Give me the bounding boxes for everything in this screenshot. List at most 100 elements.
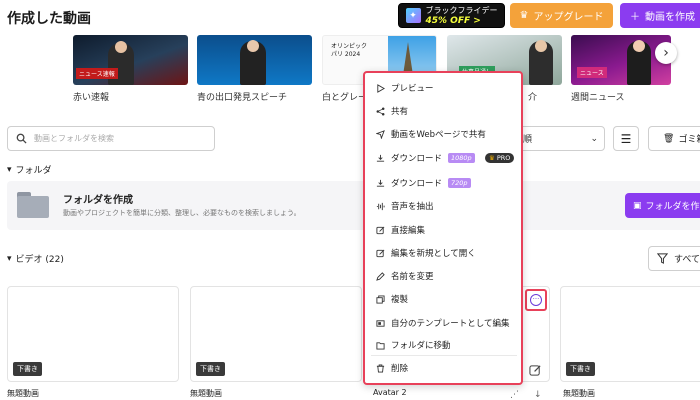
template-thumbnail-weekly-news[interactable]: ニュース [571, 35, 671, 85]
plus-icon: ＋ [630, 12, 640, 23]
menu-divider [371, 355, 517, 356]
template-thumbnail-blue-speech[interactable] [197, 35, 312, 85]
menu-item-edit-as-template[interactable]: 自分のテンプレートとして編集 [375, 317, 510, 329]
folder-move-icon [375, 340, 385, 350]
sort-value: 順 [523, 135, 533, 145]
menu-item-download-1080p[interactable]: ダウンロード 1080p [375, 152, 475, 164]
template-label[interactable]: 赤い速報 [73, 90, 109, 103]
search-input[interactable]: 動画とフォルダを検索 [7, 126, 215, 151]
menu-item-label: プレビュー [391, 84, 434, 94]
folders-heading: フォルダ [15, 166, 52, 176]
page: 作成した動画 ✦ ブラックフライデー 45% OFF > ♛ アップグレード ＋… [0, 0, 700, 400]
menu-item-label: 自分のテンプレートとして編集 [391, 319, 510, 329]
edit-icon [528, 364, 541, 376]
template-tag: ニュース [577, 67, 607, 78]
draft-badge: 下書き [13, 362, 42, 376]
video-card[interactable]: 下書き [560, 286, 700, 382]
create-folder-button-label: フォルダを作成 [645, 202, 700, 212]
black-friday-title: ブラックフライデー [425, 5, 498, 15]
quality-badge: 1080p [448, 153, 475, 163]
create-video-button[interactable]: ＋ 動画を作成 [620, 3, 700, 28]
folders-section-toggle[interactable]: ▾ フォルダ [7, 163, 52, 177]
chevron-down-icon: ⌄ [590, 133, 598, 144]
filter-label: すべて [674, 255, 700, 265]
create-video-label: 動画を作成 [645, 12, 695, 23]
download-icon [375, 178, 385, 188]
pen-icon [375, 271, 385, 281]
folder-plus-icon: ▣ [633, 200, 642, 211]
folder-icon [17, 192, 49, 218]
menu-item-move-to-folder[interactable]: フォルダに移動 [375, 339, 451, 351]
menu-item-label: ダウンロード [391, 179, 443, 189]
menu-item-label: 共有 [391, 107, 409, 117]
search-placeholder: 動画とフォルダを検索 [34, 134, 114, 143]
menu-item-share[interactable]: 共有 [375, 105, 408, 117]
video-card[interactable]: 下書き [7, 286, 179, 382]
filter-button[interactable]: すべて [648, 246, 700, 271]
menu-item-label: 音声を抽出 [391, 202, 434, 212]
trash-icon [375, 363, 385, 373]
template-banner: ニュース速報 [76, 68, 118, 79]
videos-heading: ビデオ (22) [15, 255, 64, 265]
sort-select[interactable]: 順 ⌄ [518, 126, 605, 151]
menu-item-label: 編集を新規として開く [391, 249, 476, 259]
menu-item-label: ダウンロード [391, 154, 443, 164]
menu-item-download-720p[interactable]: ダウンロード 720p [375, 177, 471, 189]
search-icon [16, 133, 27, 144]
template-label[interactable]: 週間ニュース [571, 90, 625, 103]
menu-item-extract-audio[interactable]: 音声を抽出 [375, 200, 434, 212]
trash-button[interactable]: 🗑 ゴミ箱 [648, 126, 700, 151]
menu-item-label: フォルダに移動 [391, 341, 451, 351]
upgrade-button[interactable]: ♛ アップグレード [510, 3, 613, 28]
menu-item-edit-as-new[interactable]: 編集を新規として開く [375, 247, 476, 259]
template-thumbnail-red-breaking[interactable]: ニュース速報 [73, 35, 188, 85]
list-icon: ☰ [620, 131, 632, 146]
black-friday-discount: 45% OFF > [425, 15, 481, 26]
edit-video-button[interactable] [527, 362, 543, 378]
template-label[interactable]: 青の出口発見スピーチ [197, 90, 287, 103]
menu-item-share-web[interactable]: 動画をWebページで共有 [375, 128, 486, 140]
crown-icon: ♛ [489, 154, 495, 162]
share-icon[interactable]: ⋰ [510, 390, 519, 400]
download-icon[interactable]: ↓ [534, 390, 542, 400]
carousel-next-button[interactable]: › [655, 42, 677, 64]
menu-item-label: 動画をWebページで共有 [391, 130, 486, 140]
presenter-figure [529, 40, 553, 85]
menu-item-direct-edit[interactable]: 直接編集 [375, 224, 425, 236]
chevron-right-icon: › [663, 45, 669, 61]
black-friday-button[interactable]: ✦ ブラックフライデー 45% OFF > [398, 3, 505, 28]
video-title[interactable]: 無題動画 [190, 388, 222, 399]
presenter-figure [627, 40, 651, 85]
filter-icon [657, 253, 668, 264]
quality-badge: 720p [448, 178, 471, 188]
menu-item-label: 削除 [391, 364, 409, 374]
edit-new-icon [375, 248, 385, 258]
video-title[interactable]: 無題動画 [563, 388, 595, 399]
menu-item-preview[interactable]: プレビュー [375, 82, 434, 94]
menu-item-label: 直接編集 [391, 226, 426, 236]
download-icon [375, 153, 385, 163]
draft-badge: 下書き [566, 362, 595, 376]
video-card[interactable]: 下書き [190, 286, 362, 382]
menu-item-duplicate[interactable]: 複製 [375, 293, 408, 305]
template-label[interactable]: 介 [528, 90, 537, 103]
speaker-figure [240, 40, 266, 85]
send-icon [375, 129, 385, 139]
crown-icon: ♛ [519, 10, 529, 21]
template-caption: オリンピック [331, 43, 368, 50]
more-options-button[interactable]: ··· [525, 289, 547, 311]
create-folder-button[interactable]: ▣ フォルダを作成 [625, 193, 700, 218]
menu-item-rename[interactable]: 名前を変更 [375, 270, 434, 282]
menu-item-delete[interactable]: 削除 [375, 362, 408, 374]
list-view-button[interactable]: ☰ [613, 126, 639, 151]
video-title[interactable]: Avatar 2 [373, 388, 407, 397]
draft-badge: 下書き [196, 362, 225, 376]
video-title[interactable]: 無題動画 [7, 388, 39, 399]
template-label[interactable]: 白とグレー [322, 90, 367, 103]
upgrade-label: アップグレード [533, 12, 604, 23]
caret-down-icon: ▾ [7, 253, 12, 264]
template-caption: パリ 2024 [331, 51, 361, 58]
videos-section-toggle[interactable]: ▾ ビデオ (22) [7, 252, 64, 266]
more-icon: ··· [530, 294, 542, 306]
audio-wave-icon [375, 201, 385, 211]
